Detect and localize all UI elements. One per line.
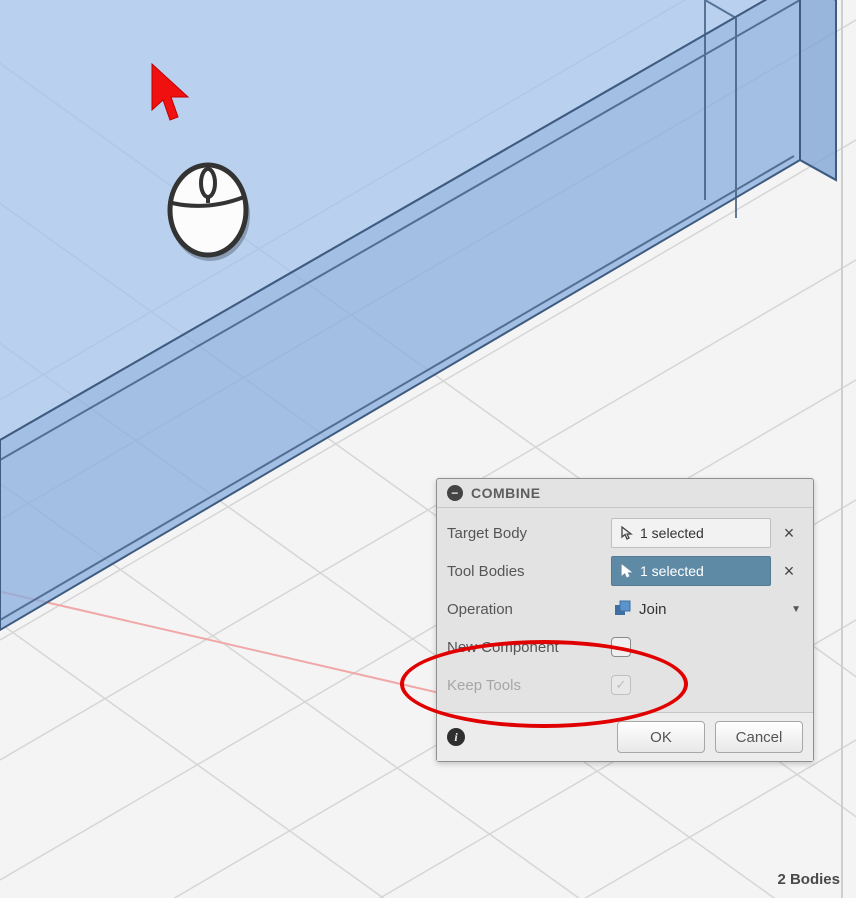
target-body-label: Target Body [447, 525, 607, 542]
status-bar: 2 Bodies [777, 871, 840, 888]
panel-body: Target Body 1 selected × Tool Bodies 1 s… [437, 508, 813, 712]
target-body-row: Target Body 1 selected × [437, 514, 813, 552]
chevron-down-icon: ▼ [791, 604, 801, 615]
cad-viewport[interactable]: − COMBINE Target Body 1 selected × Tool … [0, 0, 856, 898]
target-body-selection-text: 1 selected [640, 525, 704, 541]
pointer-icon [620, 526, 634, 540]
tool-bodies-label: Tool Bodies [447, 563, 607, 580]
keep-tools-label: Keep Tools [447, 677, 607, 694]
panel-title: COMBINE [471, 485, 541, 501]
new-component-row: New Component [437, 628, 813, 666]
cancel-button[interactable]: Cancel [715, 721, 803, 753]
operation-label: Operation [447, 601, 607, 618]
tool-bodies-selection-text: 1 selected [640, 563, 704, 579]
operation-dropdown[interactable]: Join ▼ [611, 595, 803, 623]
new-component-label: New Component [447, 639, 607, 656]
keep-tools-row: Keep Tools ✓ [437, 666, 813, 704]
join-icon [613, 599, 633, 619]
new-component-checkbox[interactable] [611, 637, 631, 657]
clear-tools-button[interactable]: × [775, 561, 803, 582]
tool-bodies-selector[interactable]: 1 selected [611, 556, 771, 586]
panel-footer: i OK Cancel [437, 712, 813, 761]
clear-target-button[interactable]: × [775, 523, 803, 544]
pointer-icon [620, 564, 634, 578]
combine-panel[interactable]: − COMBINE Target Body 1 selected × Tool … [436, 478, 814, 762]
ok-button[interactable]: OK [617, 721, 705, 753]
operation-value: Join [639, 601, 667, 618]
info-icon[interactable]: i [447, 728, 465, 746]
selected-body-model[interactable] [0, 0, 856, 898]
keep-tools-checkbox: ✓ [611, 675, 631, 695]
operation-row: Operation Join ▼ [437, 590, 813, 628]
panel-header[interactable]: − COMBINE [437, 479, 813, 508]
tool-bodies-row: Tool Bodies 1 selected × [437, 552, 813, 590]
collapse-icon[interactable]: − [447, 485, 463, 501]
target-body-selector[interactable]: 1 selected [611, 518, 771, 548]
